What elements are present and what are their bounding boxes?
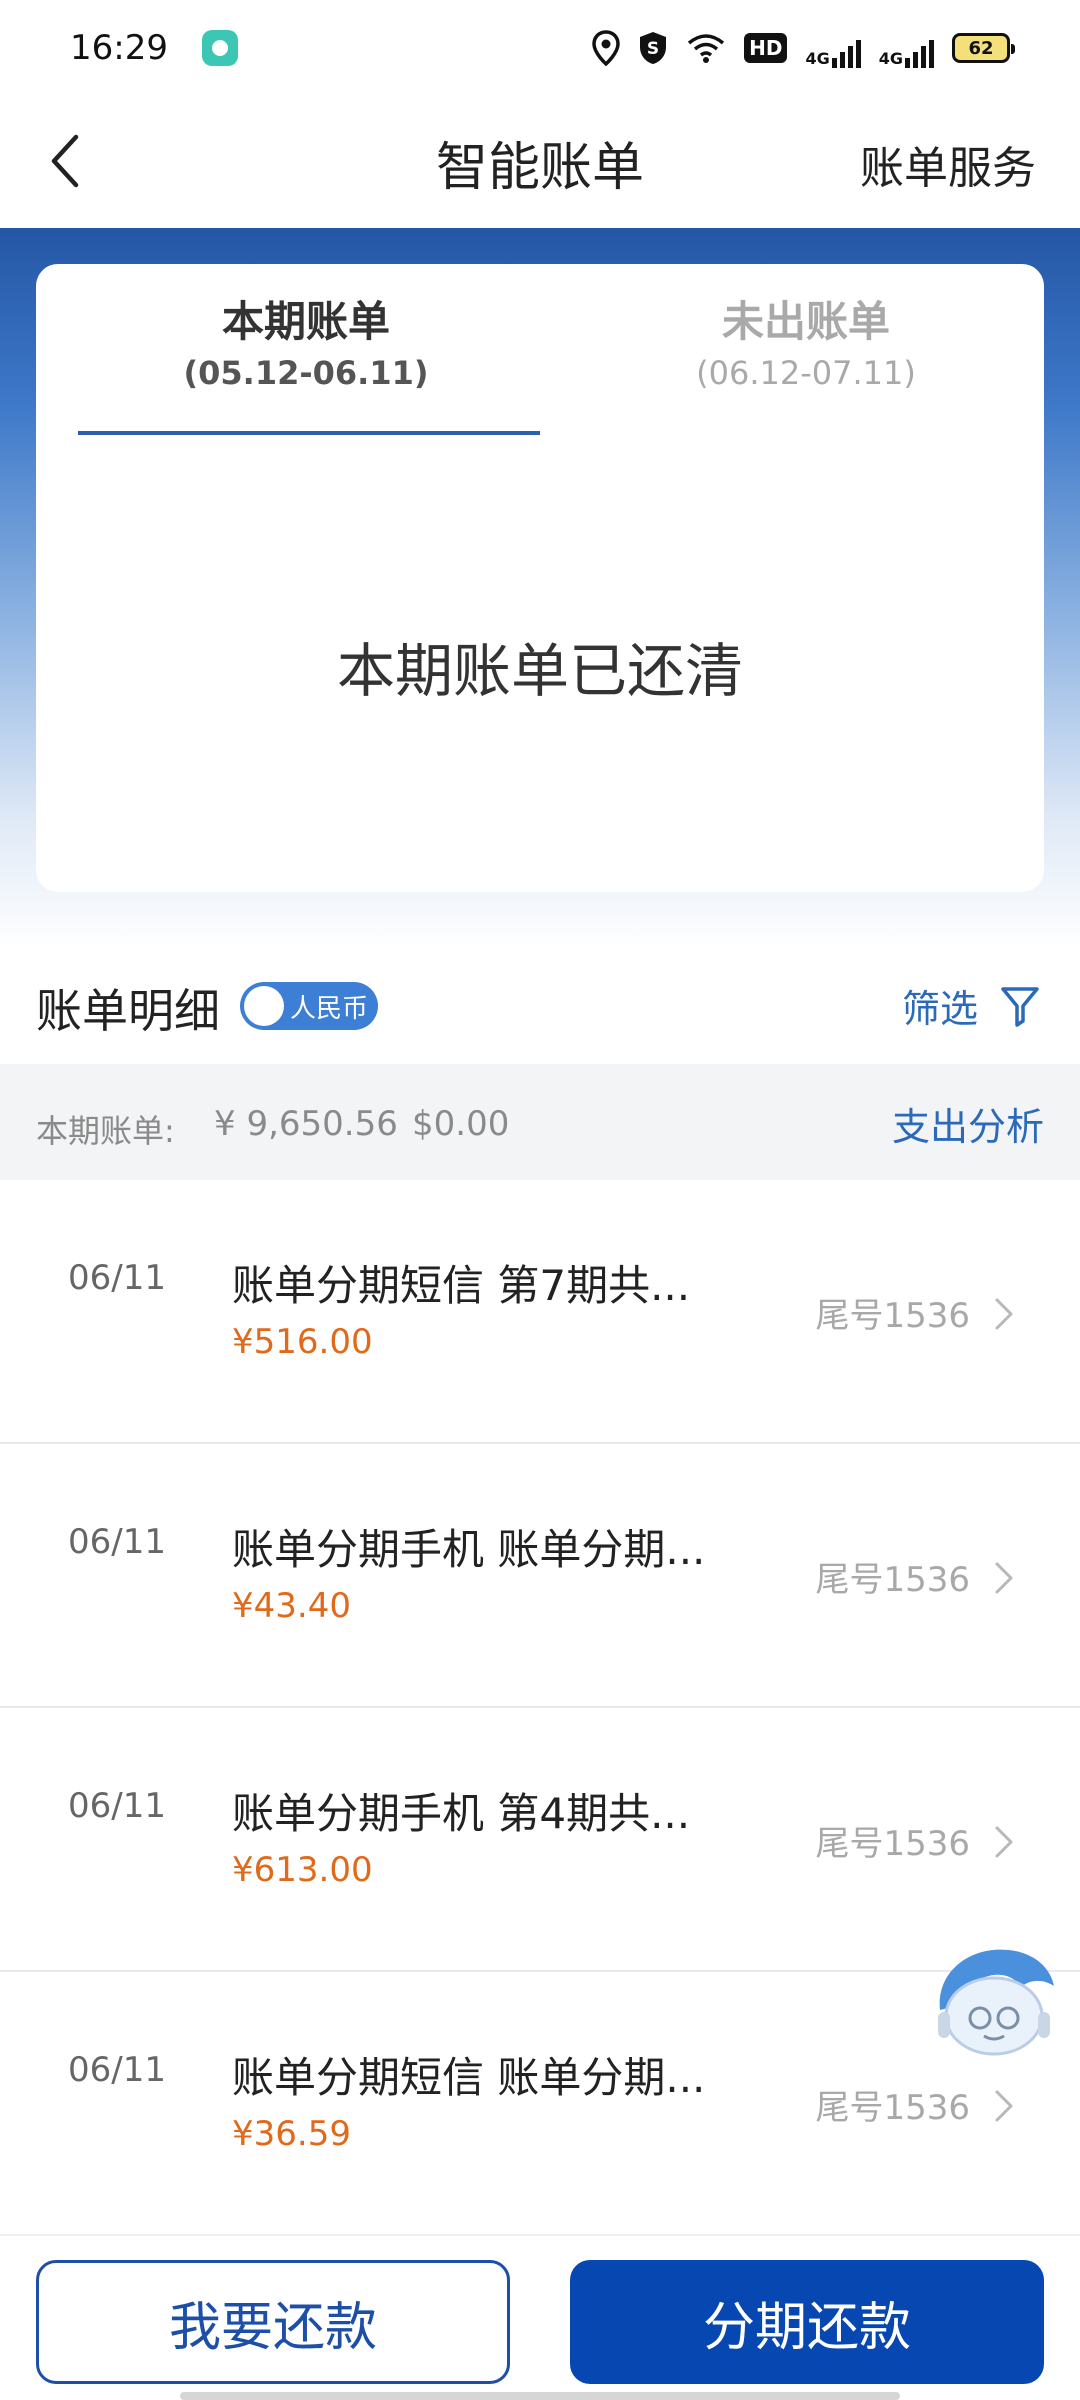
signal-icon-sim2: 4G (879, 28, 934, 68)
card-tail-number: 尾号1536 (815, 1824, 970, 1864)
tab-current-bill[interactable]: 本期账单 (05.12-06.11) (76, 294, 536, 396)
currency-label: 人民币 (290, 993, 369, 1024)
chevron-right-icon (995, 1826, 1013, 1858)
tab-unbilled-range: (06.12-07.11) (696, 354, 916, 392)
transaction-row[interactable]: 06/11 账单分期短信 第7期共... ¥516.00 尾号1536 (0, 1180, 1080, 1444)
transaction-amount: ¥36.59 (232, 2114, 351, 2154)
filter-label: 筛选 (901, 987, 978, 1031)
installment-repay-button[interactable]: 分期还款 (570, 2260, 1044, 2384)
transaction-amount: ¥516.00 (232, 1322, 373, 1362)
app-header: 智能账单 账单服务 (0, 96, 1080, 228)
card-tail-number: 尾号1536 (815, 1560, 970, 1600)
card-tail-number: 尾号1536 (815, 2088, 970, 2128)
status-time: 16:29 (70, 28, 168, 68)
location-icon (592, 28, 620, 68)
chevron-right-icon (995, 2090, 1013, 2122)
bill-paid-message: 本期账单已还清 (336, 637, 743, 705)
signal-icon-sim1: 4G (805, 28, 861, 68)
wifi-icon (686, 28, 726, 68)
transaction-amount: ¥43.40 (232, 1586, 351, 1626)
transaction-amount: ¥613.00 (232, 1850, 373, 1890)
transaction-row[interactable]: 06/11 账单分期手机 账单分期... ¥43.40 尾号1536 (0, 1444, 1080, 1708)
tab-current-title: 本期账单 (221, 297, 390, 346)
back-button[interactable] (30, 126, 100, 196)
card-tail-number: 尾号1536 (815, 1296, 970, 1336)
battery-icon: 62 (952, 33, 1015, 63)
tab-unbilled-title: 未出账单 (721, 297, 890, 346)
bill-service-button[interactable]: 账单服务 (860, 132, 1036, 196)
bill-summary-card: 本期账单 (05.12-06.11) 未出账单 (06.12-07.11) 本期… (36, 264, 1044, 892)
shield-icon: S (638, 28, 668, 68)
spend-analysis-link[interactable]: 支出分析 (892, 1096, 1044, 1151)
filter-icon (1001, 986, 1039, 1027)
tab-current-range: (05.12-06.11) (183, 354, 429, 392)
app-notification-icon (201, 30, 238, 66)
summary-rmb-amount: ¥ 9,650.56 (214, 1104, 398, 1144)
summary-label: 本期账单: (36, 1112, 175, 1150)
svg-text:S: S (647, 39, 659, 59)
transaction-date: 06/11 (68, 1522, 166, 1562)
toggle-knob (244, 986, 284, 1026)
bottom-action-bar: 我要还款 分期还款 (0, 2234, 1080, 2400)
transaction-date: 06/11 (68, 2050, 166, 2090)
bill-detail-title: 账单明细 (36, 984, 220, 1038)
hd-icon: HD (744, 28, 788, 68)
tab-unbilled[interactable]: 未出账单 (06.12-07.11) (576, 294, 1036, 396)
transaction-description: 账单分期短信 账单分期... (232, 2053, 706, 2102)
chevron-left-icon (51, 134, 79, 188)
transaction-row[interactable]: 06/11 账单分期短信 账单分期... ¥36.59 尾号1536 (0, 1972, 1080, 2236)
chevron-right-icon (995, 1562, 1013, 1594)
transaction-row[interactable]: 06/11 账单分期手机 第4期共... ¥613.00 尾号1536 (0, 1708, 1080, 1972)
transaction-date: 06/11 (68, 1786, 166, 1826)
assistant-mascot-icon[interactable] (922, 1940, 1062, 2060)
active-tab-indicator (78, 431, 540, 435)
transaction-date: 06/11 (68, 1258, 166, 1298)
repay-button[interactable]: 我要还款 (36, 2260, 510, 2384)
currency-toggle[interactable]: 人民币 (240, 982, 378, 1030)
filter-button[interactable]: 筛选 (902, 978, 1040, 1033)
bill-detail-header: 账单明细 人民币 筛选 (0, 960, 1080, 1056)
transaction-list: 06/11 账单分期短信 第7期共... ¥516.00 尾号1536 06/1… (0, 1180, 1080, 2236)
chevron-right-icon (995, 1298, 1013, 1330)
home-indicator[interactable] (180, 2392, 900, 2400)
summary-usd-amount: $0.00 (412, 1104, 510, 1144)
status-bar: 16:29 S HD 4G 4G 62 (0, 0, 1080, 96)
transaction-description: 账单分期短信 第7期共... (232, 1261, 691, 1310)
transaction-description: 账单分期手机 第4期共... (232, 1789, 691, 1838)
period-summary-bar: 本期账单: ¥ 9,650.56 $0.00 支出分析 (0, 1064, 1080, 1180)
transaction-description: 账单分期手机 账单分期... (232, 1525, 706, 1574)
